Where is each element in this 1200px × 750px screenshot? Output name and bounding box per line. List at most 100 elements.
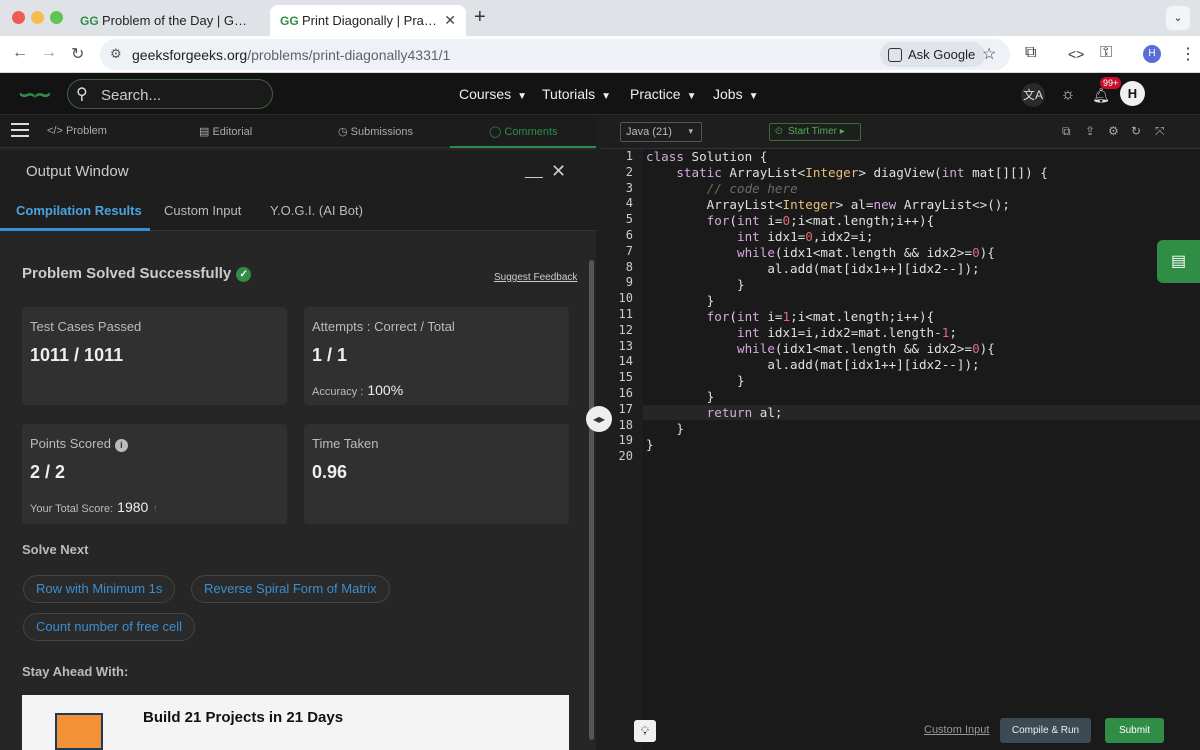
browser-tab-bar: GG Problem of the Day | Geeksfor GG Prin… <box>0 0 1200 36</box>
close-icon[interactable]: ✕ <box>551 161 566 182</box>
code-line: } <box>646 293 715 308</box>
left-panel: </> Problem ▤ Editorial ◷ Submissions ◯ … <box>0 115 596 750</box>
minimize-icon[interactable]: __ <box>525 162 543 180</box>
code-area[interactable]: class Solution { static ArrayList<Intege… <box>643 149 1200 750</box>
chip-reverse-spiral[interactable]: Reverse Spiral Form of Matrix <box>191 575 390 603</box>
app-root: GG Problem of the Day | Geeksfor GG Prin… <box>0 0 1200 750</box>
active-result-tab-underline <box>0 228 150 231</box>
editor-toolbar: Java (21) ▾ ⏲︎ Start Timer ▸ ⧉ ⇪ ⚙ ↻ ⤧ <box>601 115 1200 149</box>
gfg-logo-icon[interactable]: ∽∼ <box>18 82 52 108</box>
points-card: Points Scored i 2 / 2 Your Total Score: 19… <box>22 424 287 524</box>
reset-icon[interactable]: ↻ <box>1131 124 1141 138</box>
problem-tabs: </> Problem ▤ Editorial ◷ Submissions ◯ … <box>0 115 596 148</box>
tab-compilation-results[interactable]: Compilation Results <box>16 203 142 218</box>
chip-count-free-cell[interactable]: Count number of free cell <box>23 613 195 641</box>
forward-arrow-icon[interactable]: → <box>41 44 57 62</box>
address-bar[interactable]: ⚙ geeksforgeeks.org/problems/print-diago… <box>100 39 1010 70</box>
code-line: } <box>646 437 654 452</box>
chevron-down-icon: ▼ <box>601 91 612 102</box>
code-line: class Solution { <box>646 149 768 164</box>
site-search-input[interactable]: ⚲ Search... <box>67 79 273 109</box>
menu-tutorials[interactable]: Tutorials ▼ <box>542 86 611 102</box>
settings-gear-icon[interactable]: ⚙ <box>1108 124 1119 138</box>
tab-yogi-ai-bot[interactable]: Y.O.G.I. (AI Bot) <box>270 203 363 218</box>
copy-icon[interactable]: ⧉ <box>1062 124 1071 139</box>
line-number: 7 <box>625 243 633 258</box>
fullscreen-icon[interactable]: ⤧ <box>1155 124 1165 139</box>
line-number: 20 <box>618 449 633 464</box>
url-text: geeksforgeeks.org/problems/print-diagona… <box>132 47 451 63</box>
line-number: 14 <box>618 354 633 369</box>
ask-google-button[interactable]: Ask Google <box>880 42 986 67</box>
chevron-down-icon: ▼ <box>748 91 759 102</box>
window-minimize-button[interactable] <box>31 11 44 24</box>
package-box-icon <box>55 713 103 750</box>
custom-input-link[interactable]: Custom Input <box>924 724 989 736</box>
panel-resize-handle[interactable]: ◂▸ <box>586 406 612 432</box>
line-number: 1 <box>625 149 633 163</box>
upload-icon[interactable]: ⇪ <box>1085 124 1095 138</box>
menu-courses[interactable]: Courses ▼ <box>459 86 527 102</box>
start-timer-button[interactable]: ⏲︎ Start Timer ▸ <box>769 123 861 141</box>
extensions-icon[interactable]: ⧉ <box>1025 44 1036 62</box>
reload-icon[interactable]: ↻ <box>71 44 84 64</box>
stay-ahead-heading: Stay Ahead With: <box>22 664 129 679</box>
tab-close-icon[interactable]: ✕ <box>444 12 456 29</box>
compile-run-button[interactable]: Compile & Run <box>1000 718 1091 743</box>
arrow-up-icon: ↑ <box>152 503 158 515</box>
tab-problem[interactable]: </> Problem <box>47 125 107 137</box>
site-header: ∽∼ ⚲ Search... Courses ▼ Tutorials ▼ Pract… <box>0 73 1200 115</box>
tab-submissions[interactable]: ◷ Submissions <box>338 125 413 138</box>
bookmark-star-icon[interactable]: ☆ <box>982 44 996 64</box>
code-line: while(idx1<mat.length && idx2>=0){ <box>737 341 995 356</box>
line-number: 4 <box>625 196 633 211</box>
theme-sun-icon[interactable]: ☼ <box>1056 83 1080 107</box>
window-close-button[interactable] <box>12 11 25 24</box>
user-avatar[interactable]: H <box>1120 81 1145 106</box>
window-maximize-button[interactable] <box>50 11 63 24</box>
editor-footer: 💡︎ Custom Input Compile & Run Submit <box>601 711 1200 750</box>
translate-icon[interactable]: 文A <box>1021 83 1045 107</box>
back-arrow-icon[interactable]: ← <box>12 44 28 62</box>
info-icon[interactable]: i <box>114 439 128 452</box>
line-number: 2 <box>625 164 633 179</box>
line-number: 16 <box>618 386 633 400</box>
profile-avatar[interactable]: H <box>1143 45 1161 63</box>
code-icon: </> <box>47 125 63 137</box>
devtools-code-icon[interactable]: <> <box>1068 46 1084 62</box>
chat-bubble-icon[interactable]: ▤ <box>1157 240 1200 283</box>
code-line: al.add(mat[idx1++][idx2--]); <box>646 261 980 276</box>
tab-custom-input[interactable]: Custom Input <box>164 203 241 218</box>
lightbulb-icon[interactable]: 💡︎ <box>634 720 656 742</box>
browser-menu-icon[interactable]: ⋮ <box>1180 44 1196 64</box>
output-window-header: Output Window __ ✕ <box>0 150 596 193</box>
code-line: static ArrayList<Integer> diagView(int m… <box>676 165 1048 180</box>
left-panel-scrollbar[interactable] <box>589 260 594 740</box>
new-tab-icon[interactable]: + <box>474 6 486 29</box>
code-line: while(idx1<mat.length && idx2>=0){ <box>737 245 995 260</box>
tab-comments[interactable]: ◯ Comments <box>489 125 558 138</box>
language-select[interactable]: Java (21) ▾ <box>620 122 702 142</box>
password-key-icon[interactable]: ⚿ <box>1100 44 1112 62</box>
tab-editorial[interactable]: ▤ Editorial <box>199 125 252 138</box>
code-line: for(int i=0;i<mat.length;i++){ <box>706 213 935 228</box>
code-line: ArrayList<Integer> al=new ArrayList<>(); <box>646 197 1010 212</box>
browser-tab-print-diagonally[interactable]: GG Print Diagonally | Practice | G ✕ <box>270 5 466 36</box>
line-number: 11 <box>618 307 633 321</box>
line-number: 13 <box>618 338 633 353</box>
promo-banner[interactable]: Build 21 Projects in 21 Days <box>22 695 569 750</box>
site-info-icon[interactable]: ⚙ <box>110 46 122 62</box>
line-number: 5 <box>625 212 633 227</box>
alarm-icon: ⏲︎ <box>775 126 783 137</box>
active-tab-underline <box>450 146 596 148</box>
submit-button[interactable]: Submit <box>1105 718 1164 743</box>
hamburger-menu-icon[interactable] <box>11 123 29 139</box>
browser-tab-potd[interactable]: GG Problem of the Day | Geeksfor <box>70 5 260 36</box>
menu-practice[interactable]: Practice ▼ <box>630 86 696 102</box>
chip-row-with-minimum-1s[interactable]: Row with Minimum 1s <box>23 575 176 603</box>
suggest-feedback-link[interactable]: Suggest Feedback <box>494 272 577 283</box>
tab-search-chevron-icon[interactable]: ⌄ <box>1166 6 1190 30</box>
time-taken-card: Time Taken 0.96 <box>304 424 569 524</box>
gfg-favicon-icon: GG <box>280 13 299 28</box>
menu-jobs[interactable]: Jobs ▼ <box>713 86 758 102</box>
